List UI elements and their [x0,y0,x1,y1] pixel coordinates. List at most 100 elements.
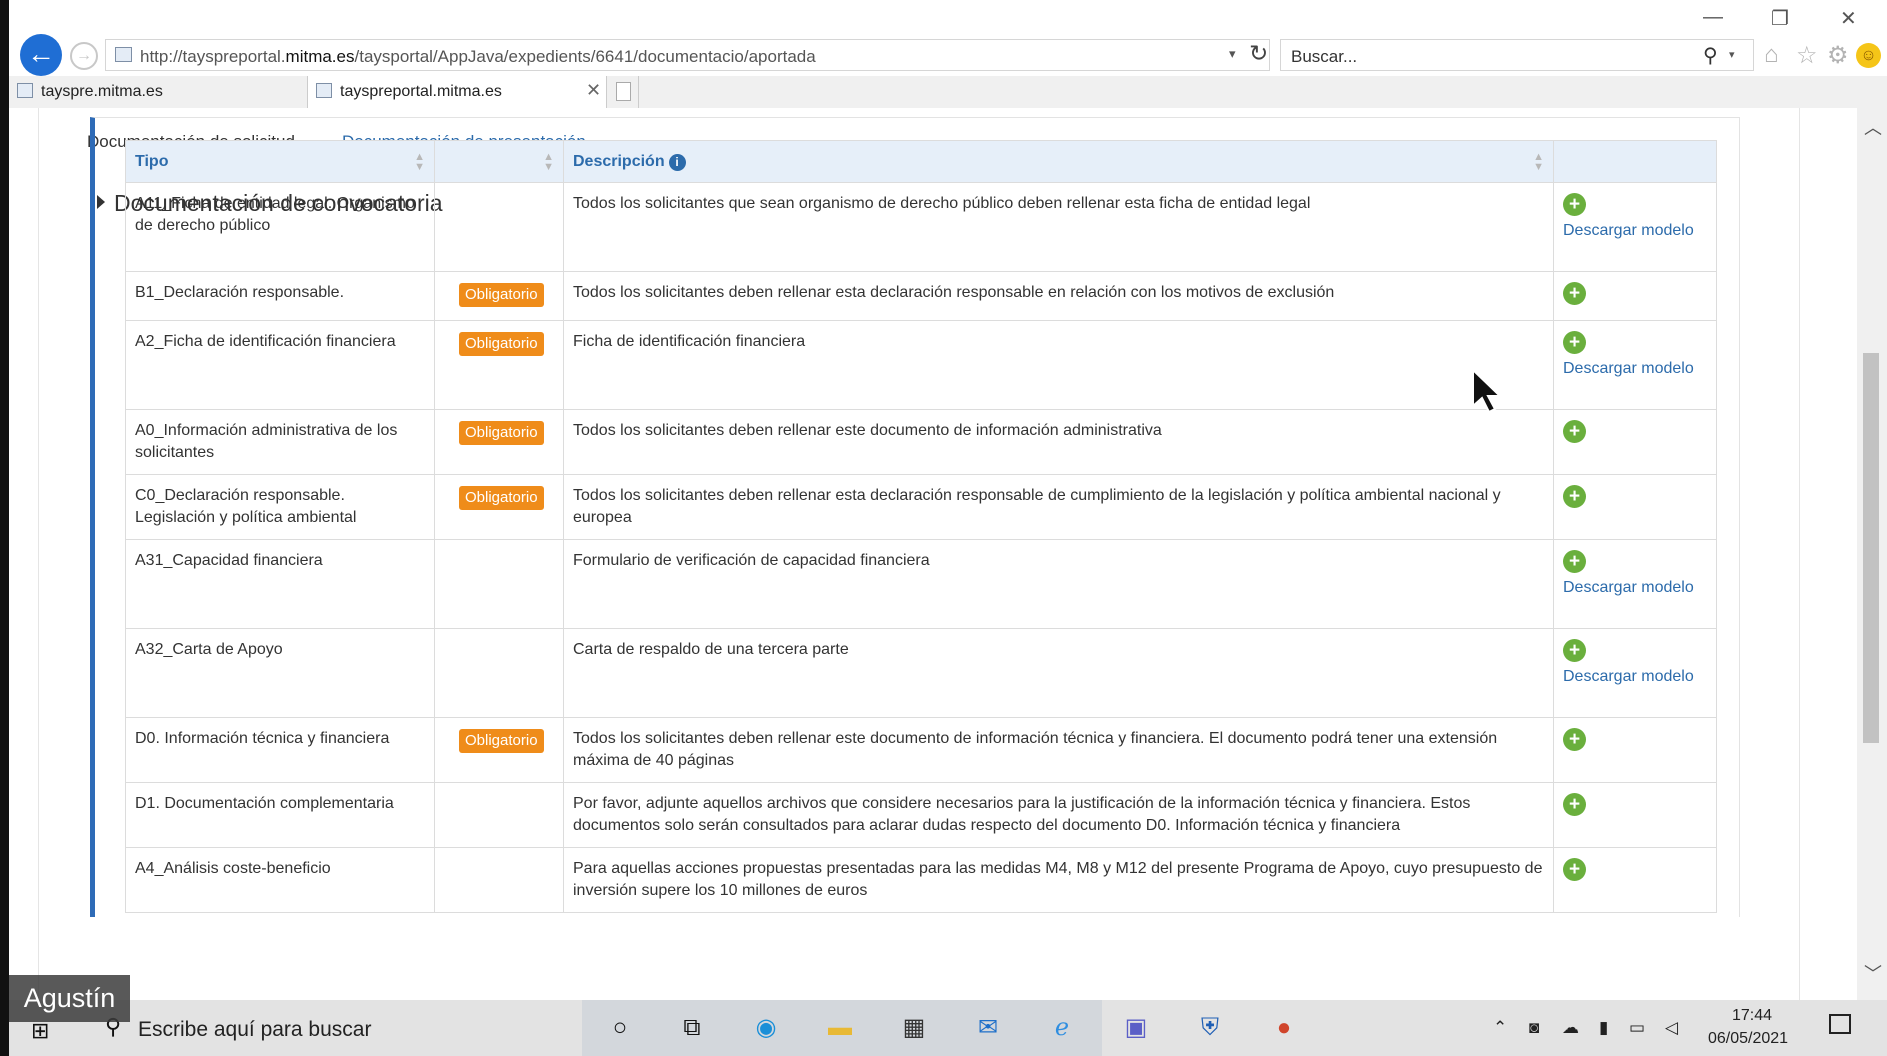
page-icon [115,47,132,62]
table-row: B1_Declaración responsable. Obligatorio To… [125,271,1717,321]
sort-icon: ▲ ▼ [414,151,425,173]
cell-actions: + [1553,717,1717,783]
cell-obligatorio [434,628,564,718]
chevron-up-icon[interactable]: ︿ [1864,114,1882,140]
cell-obligatorio: Obligatorio [434,320,564,410]
cell-actions: + [1553,409,1717,475]
internet-explorer-icon[interactable]: ℯ [1044,1011,1080,1045]
cell-descripcion: Todos los solicitantes deben rellenar es… [563,409,1554,475]
cell-obligatorio [434,782,564,848]
add-document-icon[interactable]: + [1563,282,1586,305]
download-template-link[interactable]: Descargar modelo [1563,220,1707,241]
header-descripcion[interactable]: Descripción i ▲ ▼ [563,140,1554,183]
microphone-icon[interactable]: ◙ [1529,1018,1539,1038]
obligatorio-badge: Obligatorio [459,421,544,445]
cell-actions: + Descargar modelo [1553,539,1717,629]
address-bar[interactable]: http://tayspreportal.mitma.es/taysportal… [105,39,1270,71]
tab-tayspreportal[interactable]: tayspreportal.mitma.es ✕ [307,76,607,108]
add-document-icon[interactable]: + [1563,639,1586,662]
cell-tipo: A31_Capacidad financiera [125,539,435,629]
bluetooth-icon[interactable]: ▮ [1599,1018,1608,1038]
download-template-link[interactable]: Descargar modelo [1563,577,1707,598]
browser-nav-bar: ← → http://tayspreportal.mitma.es/tayspo… [9,28,1887,80]
file-explorer-icon[interactable]: ▬ [822,1011,858,1045]
scrollbar[interactable]: ︿ ﹀ [1857,108,1887,1000]
search-dropdown-icon[interactable]: ▾ [1729,48,1735,61]
teams-icon[interactable]: ▣ [1118,1011,1154,1045]
smiley-icon[interactable]: ☺ [1856,43,1881,68]
cell-obligatorio: Obligatorio [434,717,564,783]
cell-tipo: B1_Declaración responsable. [125,271,435,321]
cell-tipo: A11_Ficha de entidad legal. Organismo de… [125,182,435,272]
cell-tipo: A4_Análisis coste-beneficio [125,847,435,913]
table-row: A11_Ficha de entidad legal. Organismo de… [125,182,1717,272]
frame-border [38,108,39,1000]
store-icon[interactable]: ▦ [896,1011,932,1045]
download-template-link[interactable]: Descargar modelo [1563,666,1707,687]
cell-tipo: A32_Carta de Apoyo [125,628,435,718]
table-row: D1. Documentación complementaria Por favo… [125,782,1717,848]
cell-actions: + Descargar modelo [1553,320,1717,410]
cell-obligatorio [434,539,564,629]
volume-icon[interactable]: ◁ [1665,1018,1678,1038]
cell-actions: + Descargar modelo [1553,628,1717,718]
home-icon[interactable]: ⌂ [1764,41,1779,69]
cell-tipo: A0_Información administrativa de los sol… [125,409,435,475]
cell-actions: + [1553,782,1717,848]
tab-tayspre[interactable]: tayspre.mitma.es [9,76,304,108]
obligatorio-badge: Obligatorio [459,332,544,356]
tab-label: tayspre.mitma.es [41,83,163,100]
search-input[interactable]: Buscar... ⚲ ▾ [1280,39,1754,71]
defender-icon[interactable]: ⛨ [1192,1011,1228,1045]
sort-icon: ▲ ▼ [543,151,554,173]
minimize-icon[interactable]: — [1703,6,1723,29]
battery-icon[interactable]: ▭ [1629,1018,1645,1038]
star-icon[interactable]: ☆ [1796,41,1818,70]
task-view-icon[interactable]: ⧉ [674,1011,710,1045]
header-tipo[interactable]: Tipo ▲ ▼ [125,140,435,183]
cell-obligatorio: Obligatorio [434,409,564,475]
add-document-icon[interactable]: + [1563,331,1586,354]
close-tab-icon[interactable]: ✕ [586,80,601,101]
download-template-link[interactable]: Descargar modelo [1563,358,1707,379]
cortana-icon[interactable]: ○ [602,1011,638,1045]
chevron-down-icon[interactable]: ﹀ [1864,960,1882,986]
onedrive-icon[interactable]: ☁ [1562,1018,1579,1038]
search-icon[interactable]: ⚲ [1703,43,1718,68]
add-document-icon[interactable]: + [1563,550,1586,573]
table-row: A32_Carta de Apoyo Carta de respaldo de u… [125,628,1717,718]
add-document-icon[interactable]: + [1563,193,1586,216]
add-document-icon[interactable]: + [1563,728,1586,751]
new-tab-button[interactable] [609,76,639,108]
add-document-icon[interactable]: + [1563,420,1586,443]
scrollbar-thumb[interactable] [1863,353,1879,743]
clock-date[interactable]: 06/05/2021 [1708,1030,1788,1048]
edge-icon[interactable]: ◉ [748,1011,784,1045]
clock-time[interactable]: 17:44 [1732,1007,1772,1025]
cell-descripcion: Todos los solicitantes deben rellenar es… [563,474,1554,540]
address-dropdown-icon[interactable]: ▾ [1229,46,1236,62]
notification-icon[interactable] [1829,1014,1851,1034]
header-obligatorio[interactable]: ▲ ▼ [434,140,564,183]
frame-border [1799,108,1800,1000]
powerpoint-icon[interactable]: ● [1266,1011,1302,1045]
cell-actions: + Descargar modelo [1553,182,1717,272]
cell-descripcion: Todos los solicitantes deben rellenar es… [563,271,1554,321]
add-document-icon[interactable]: + [1563,485,1586,508]
add-document-icon[interactable]: + [1563,793,1586,816]
documents-table: Tipo ▲ ▼ ▲ ▼ Descripción i ▲ ▼ A11_Ficha de en… [125,140,1717,913]
chevron-up-icon[interactable]: ⌃ [1493,1018,1507,1038]
forward-icon[interactable]: → [70,42,98,70]
url-text[interactable]: http://tayspreportal.mitma.es/taysportal… [140,47,816,67]
cell-descripcion: Ficha de identificación financiera [563,320,1554,410]
add-document-icon[interactable]: + [1563,858,1586,881]
back-icon[interactable]: ← [20,34,62,76]
cell-actions: + [1553,474,1717,540]
refresh-icon[interactable]: ↻ [1249,40,1268,67]
screen-edge [0,0,9,1056]
gear-icon[interactable]: ⚙ [1827,41,1849,70]
favicon-icon [316,83,332,98]
mail-icon[interactable]: ✉ [970,1011,1006,1045]
info-icon[interactable]: i [668,153,686,171]
taskbar-search[interactable]: Escribe aquí para buscar [138,1018,371,1042]
